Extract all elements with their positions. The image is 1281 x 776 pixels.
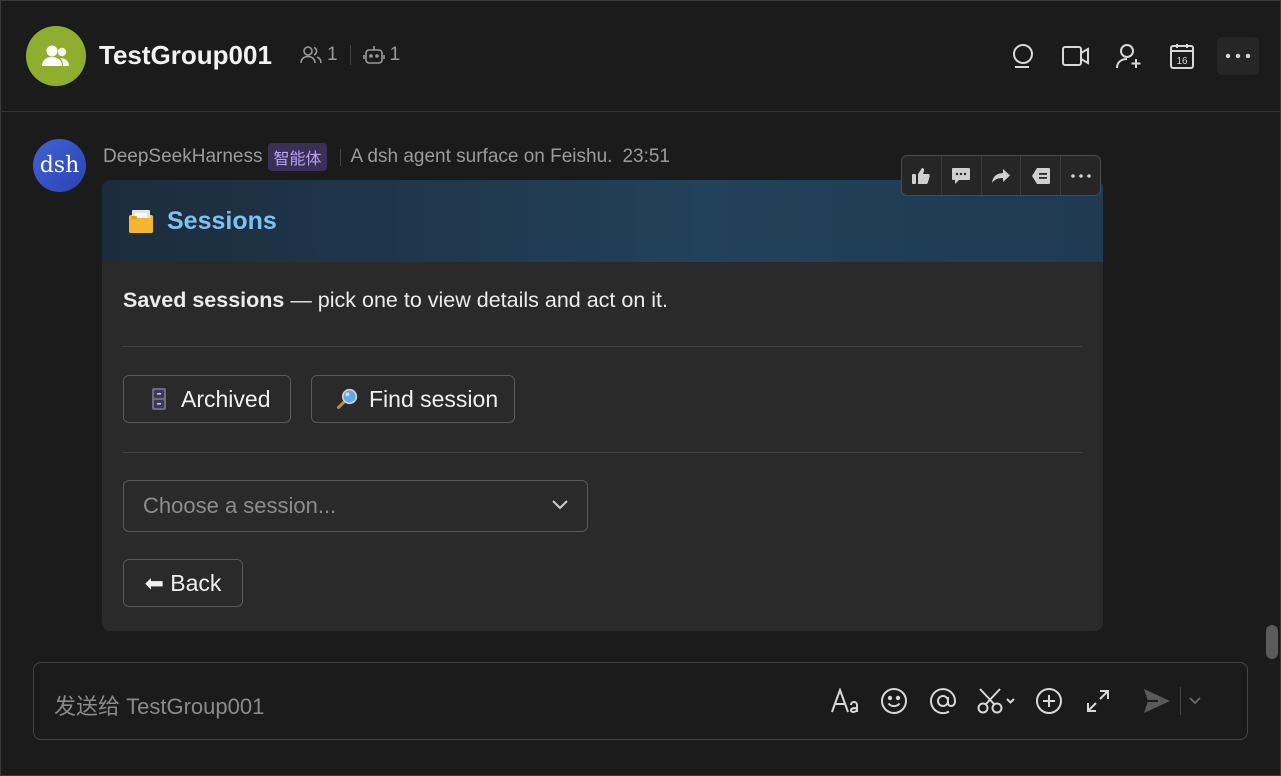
- card-index-dividers-icon: [129, 210, 153, 233]
- emoji-icon[interactable]: [877, 683, 911, 719]
- composer-toolbar: [828, 683, 1201, 719]
- divider: [1180, 687, 1181, 715]
- send-icon[interactable]: [1140, 683, 1174, 719]
- card-description: Saved sessions — pick one to view detail…: [123, 288, 668, 313]
- quote-icon[interactable]: [1021, 156, 1062, 195]
- calendar-icon[interactable]: 16: [1164, 38, 1200, 74]
- sender-avatar[interactable]: dsh: [33, 139, 86, 192]
- chat-header: TestGroup001 1 1 16: [0, 0, 1281, 112]
- expand-icon[interactable]: [1081, 683, 1115, 719]
- more-icon[interactable]: [1061, 156, 1100, 195]
- mention-icon[interactable]: [926, 683, 960, 719]
- message-time: 23:51: [622, 146, 670, 167]
- members-icon[interactable]: [300, 45, 322, 65]
- divider: [123, 346, 1082, 347]
- group-users-icon: [42, 45, 69, 66]
- message-action-bar: [901, 155, 1101, 196]
- thumbs-up-icon[interactable]: [902, 156, 942, 195]
- header-actions: 16: [1005, 37, 1259, 75]
- divider: [339, 148, 341, 166]
- magnifier-icon: [336, 386, 358, 412]
- video-call-icon[interactable]: [1058, 38, 1094, 74]
- chevron-down-icon: [552, 500, 568, 510]
- svg-text:16: 16: [1176, 56, 1188, 67]
- bot-icon[interactable]: [362, 45, 385, 65]
- back-button[interactable]: ⬅ Back: [123, 559, 243, 607]
- file-cabinet-icon: [148, 386, 170, 412]
- archived-label: Archived: [181, 385, 271, 412]
- divider: [123, 452, 1082, 453]
- card-title: Sessions: [167, 206, 277, 235]
- sender-description: A dsh agent surface on Feishu.: [350, 146, 613, 167]
- screenshot-icon[interactable]: [975, 683, 1017, 719]
- bot-count: 1: [389, 44, 401, 65]
- forward-icon[interactable]: [982, 156, 1022, 195]
- group-title[interactable]: TestGroup001: [99, 40, 272, 71]
- session-select[interactable]: Choose a session...: [123, 480, 588, 532]
- member-count: 1: [327, 44, 338, 65]
- add-icon[interactable]: [1032, 683, 1066, 719]
- agent-badge: 智能体: [268, 143, 327, 171]
- search-icon[interactable]: [1005, 38, 1041, 74]
- archived-button[interactable]: Archived: [123, 375, 291, 423]
- scrollbar-thumb[interactable]: [1266, 625, 1278, 659]
- description-text: — pick one to view details and act on it…: [284, 288, 668, 312]
- add-member-icon[interactable]: [1111, 38, 1147, 74]
- group-meta: 1 1: [300, 44, 400, 66]
- message-meta: DeepSeekHarness 智能体 A dsh agent surface …: [103, 143, 670, 171]
- more-icon[interactable]: [1217, 37, 1259, 75]
- sessions-card: Sessions Saved sessions — pick one to vi…: [102, 180, 1103, 631]
- divider: [349, 45, 351, 65]
- find-session-button[interactable]: Find session: [311, 375, 515, 423]
- description-bold: Saved sessions: [123, 288, 285, 312]
- find-session-label: Find session: [369, 385, 499, 412]
- composer-placeholder: 发送给 TestGroup001: [54, 694, 265, 719]
- select-placeholder: Choose a session...: [143, 493, 337, 518]
- group-avatar[interactable]: [26, 26, 86, 86]
- message-composer[interactable]: 发送给 TestGroup001: [33, 662, 1248, 740]
- text-format-icon[interactable]: [828, 683, 862, 719]
- reply-icon[interactable]: [942, 156, 982, 195]
- back-label: ⬅ Back: [144, 569, 222, 596]
- chevron-down-icon[interactable]: [1189, 697, 1201, 705]
- sender-name[interactable]: DeepSeekHarness: [103, 146, 262, 168]
